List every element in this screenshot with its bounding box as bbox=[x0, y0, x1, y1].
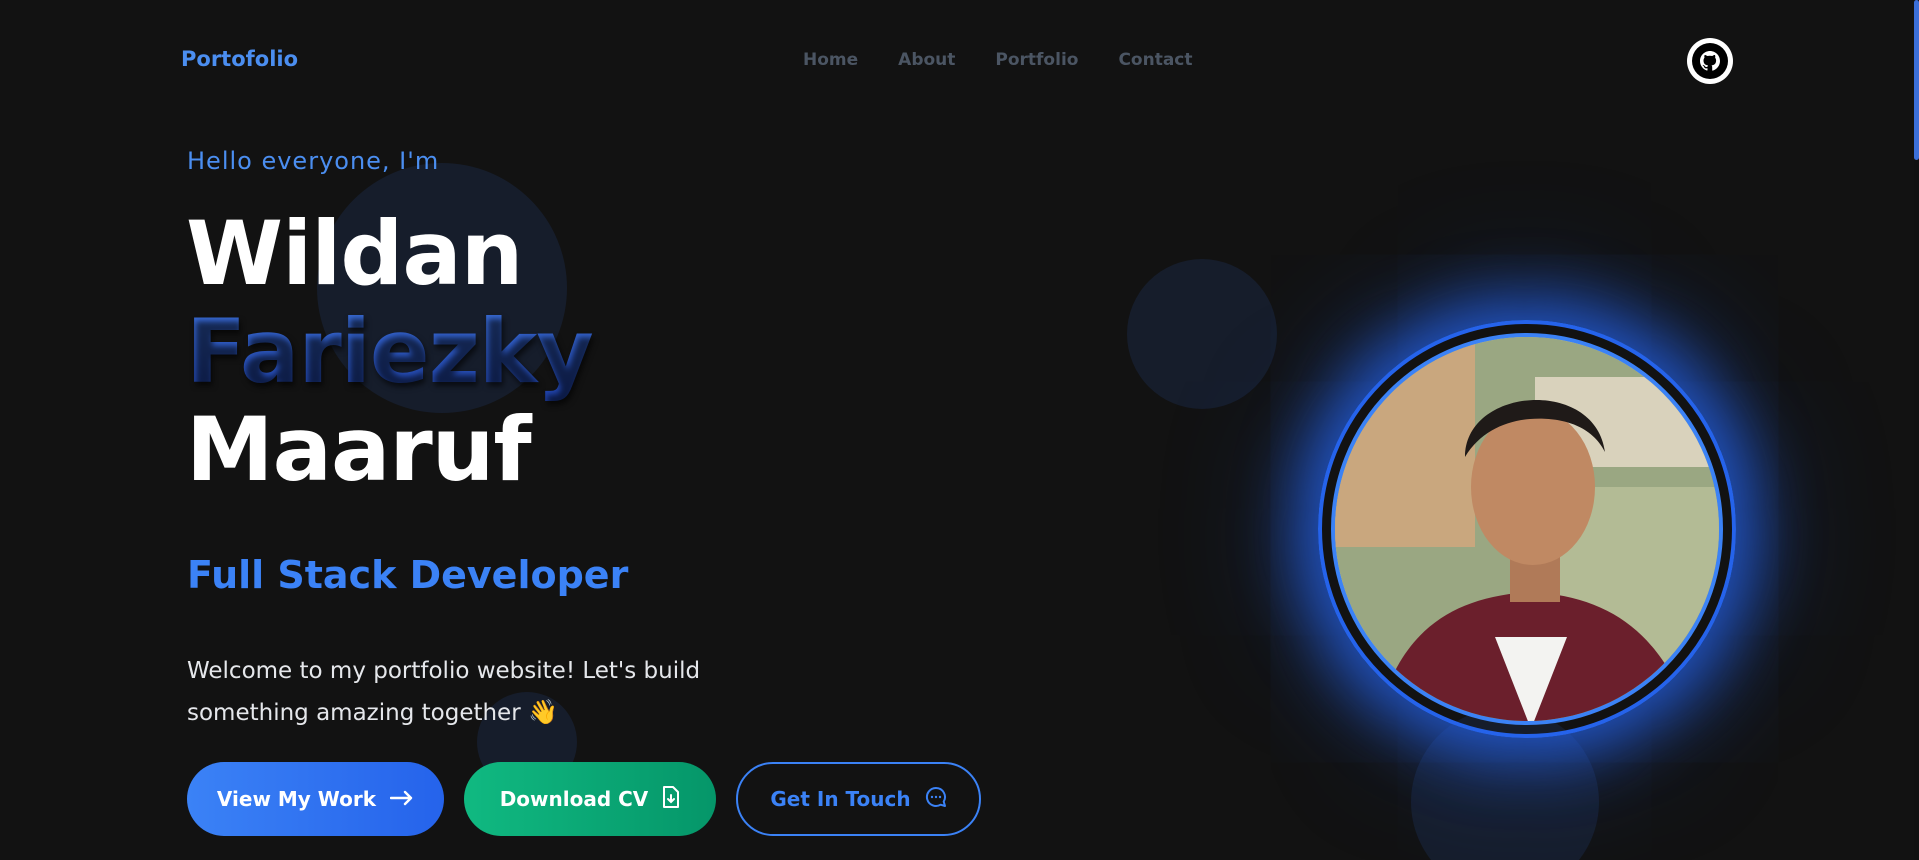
github-button[interactable] bbox=[1687, 38, 1733, 84]
github-icon bbox=[1692, 43, 1728, 79]
view-my-work-button[interactable]: View My Work bbox=[187, 762, 444, 836]
hero-description-text: Welcome to my portfolio website! Let's b… bbox=[187, 658, 701, 726]
hero-description: Welcome to my portfolio website! Let's b… bbox=[187, 651, 707, 734]
wave-icon: 👋 bbox=[527, 698, 558, 726]
decor-bubble bbox=[1127, 259, 1277, 409]
nav-link-portfolio[interactable]: Portfolio bbox=[995, 50, 1078, 70]
chat-bubble-icon bbox=[925, 786, 947, 813]
profile-photo bbox=[1331, 333, 1723, 725]
hero-role: Full Stack Developer bbox=[187, 553, 629, 597]
file-download-icon bbox=[662, 785, 680, 813]
nav-link-home[interactable]: Home bbox=[803, 50, 858, 70]
nav-links: Home About Portfolio Contact bbox=[803, 50, 1193, 70]
hero-greeting: Hello everyone, I'm bbox=[187, 147, 440, 175]
view-my-work-label: View My Work bbox=[216, 787, 377, 811]
download-cv-label: Download CV bbox=[499, 787, 649, 811]
get-in-touch-button[interactable]: Get In Touch bbox=[736, 762, 981, 836]
brand-logo[interactable]: Portofolio bbox=[181, 47, 298, 71]
hero-name-last: Maaruf bbox=[186, 398, 532, 501]
scrollbar[interactable] bbox=[1914, 0, 1919, 860]
hero-name-middle: Fariezky bbox=[186, 300, 594, 403]
nav-link-contact[interactable]: Contact bbox=[1118, 50, 1192, 70]
profile-photo-frame bbox=[1318, 320, 1736, 738]
navbar: Portofolio Home About Portfolio Contact bbox=[0, 0, 1919, 120]
arrow-right-icon bbox=[389, 787, 414, 811]
nav-link-about[interactable]: About bbox=[898, 50, 955, 70]
hero-name: Wildan Fariezky Maaruf bbox=[186, 202, 594, 501]
get-in-touch-label: Get In Touch bbox=[770, 787, 911, 811]
download-cv-button[interactable]: Download CV bbox=[464, 762, 716, 836]
hero-name-first: Wildan bbox=[186, 202, 523, 305]
